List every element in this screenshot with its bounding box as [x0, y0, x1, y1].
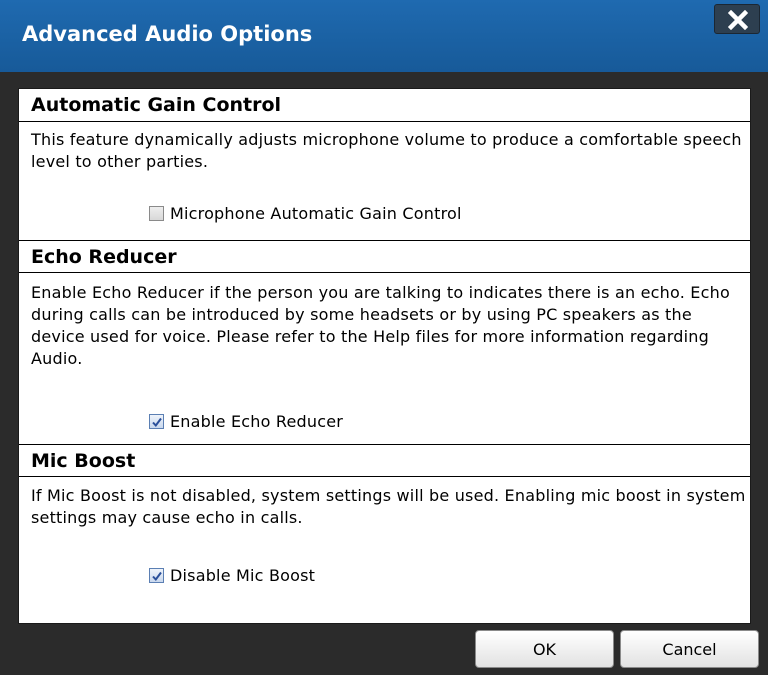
checkmark-icon	[152, 571, 162, 581]
agc-checkbox-row[interactable]: Microphone Automatic Gain Control	[149, 201, 462, 225]
mic-boost-checkbox[interactable]	[149, 567, 164, 583]
ok-button[interactable]: OK	[475, 630, 614, 668]
options-panel: Automatic Gain Control This feature dyna…	[18, 88, 751, 624]
close-button[interactable]	[714, 4, 760, 34]
mic-boost-heading: Mic Boost	[19, 444, 750, 477]
dialog-titlebar[interactable]: Advanced Audio Options	[0, 0, 768, 72]
mic-boost-checkbox-row[interactable]: Disable Mic Boost	[149, 563, 315, 587]
dialog-title: Advanced Audio Options	[22, 22, 313, 46]
echo-reducer-checkbox[interactable]	[149, 413, 164, 429]
echo-reducer-description: Enable Echo Reducer if the person you ar…	[31, 283, 730, 368]
close-x-icon	[728, 10, 748, 30]
echo-reducer-checkbox-row[interactable]: Enable Echo Reducer	[149, 409, 343, 433]
echo-reducer-heading: Echo Reducer	[19, 240, 750, 273]
dialog-body: Automatic Gain Control This feature dyna…	[0, 72, 768, 675]
agc-checkbox[interactable]	[149, 205, 164, 221]
advanced-audio-options-dialog: Advanced Audio Options Automatic Gain Co…	[0, 0, 768, 675]
echo-reducer-checkbox-label[interactable]: Enable Echo Reducer	[170, 412, 343, 431]
cancel-button[interactable]: Cancel	[620, 630, 759, 668]
mic-boost-checkbox-label[interactable]: Disable Mic Boost	[170, 566, 315, 585]
agc-checkbox-label[interactable]: Microphone Automatic Gain Control	[170, 204, 462, 223]
checkmark-icon	[152, 417, 162, 427]
agc-description: This feature dynamically adjusts microph…	[31, 130, 742, 171]
mic-boost-description: If Mic Boost is not disabled, system set…	[31, 486, 746, 527]
agc-heading: Automatic Gain Control	[19, 89, 750, 122]
